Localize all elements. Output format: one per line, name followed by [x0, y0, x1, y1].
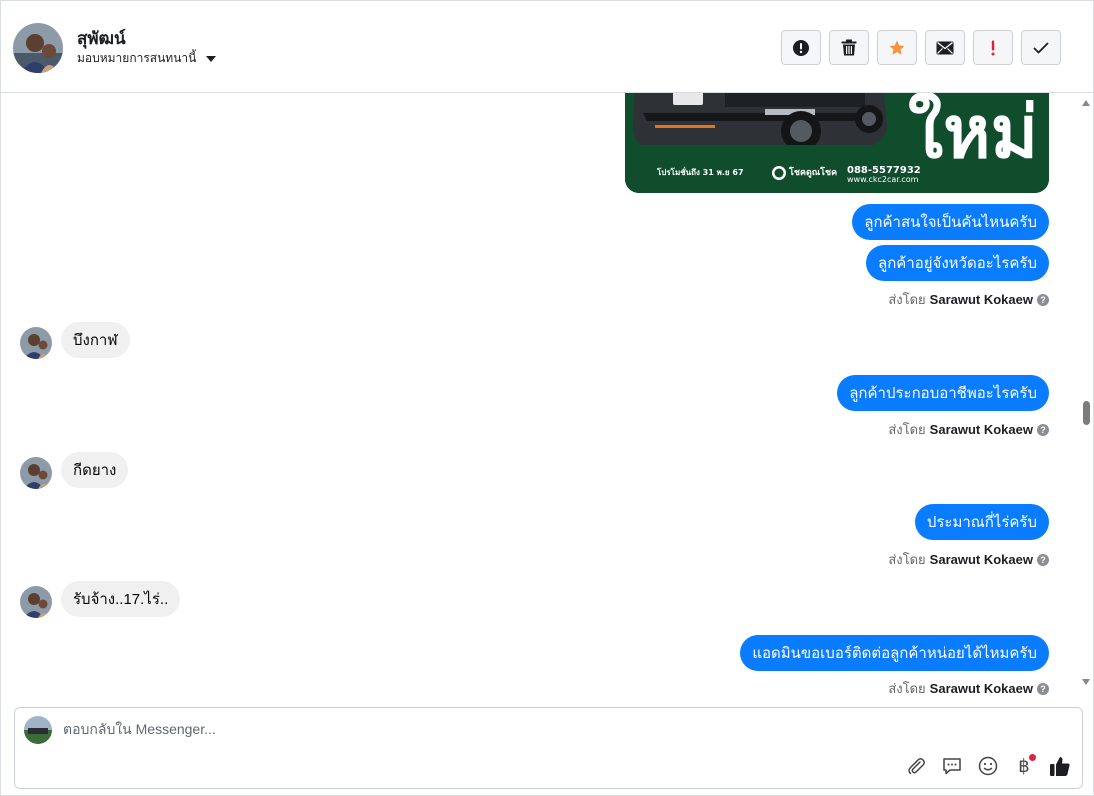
alert-circle-icon	[793, 39, 809, 56]
thumbs-up-icon	[1050, 757, 1070, 776]
mark-spam-button[interactable]	[781, 30, 821, 65]
sent-by-prefix: ส่งโดย	[888, 552, 926, 567]
outgoing-message[interactable]: ลูกค้าอยู่จังหวัดอะไรครับ	[866, 245, 1049, 281]
incoming-message[interactable]: รับจ้าง..17.ไร่..	[61, 581, 181, 617]
conversation-window: สุพัฒน์ มอบหมายการสนทนานี้ ใหม่ โปรโมชั่…	[0, 0, 1094, 796]
outgoing-message[interactable]: ลูกค้าสนใจเป็นคันไหนครับ	[852, 204, 1049, 240]
sent-by-prefix: ส่งโดย	[888, 422, 926, 437]
contact-avatar-small[interactable]	[20, 327, 52, 359]
delete-button[interactable]	[829, 30, 869, 65]
page-avatar	[24, 716, 52, 744]
contact-avatar-small[interactable]	[20, 586, 52, 618]
contact-name: สุพัฒน์	[77, 29, 126, 48]
notification-dot	[1029, 754, 1036, 761]
promo-headline: ใหม่	[908, 93, 1038, 174]
sent-by-label: ส่งโดย Sarawut Kokaew ?	[888, 549, 1049, 570]
incoming-message[interactable]: บึงกาฬ	[61, 322, 130, 358]
paperclip-icon	[908, 758, 925, 775]
reply-input[interactable]	[63, 721, 863, 737]
emoji-button[interactable]	[976, 754, 1000, 778]
sent-by-prefix: ส่งโดย	[888, 292, 926, 307]
exclamation-icon	[991, 40, 995, 55]
sender-name: Sarawut Kokaew	[929, 681, 1033, 696]
reply-composer: ฿	[14, 707, 1083, 789]
saved-reply-icon	[943, 758, 961, 775]
scrollbar-thumb[interactable]	[1083, 401, 1090, 425]
promo-image-attachment[interactable]: ใหม่ โปรโมชั่นถึง 31 พ.ย 67 โชคดูณโชค 08…	[625, 93, 1049, 193]
scroll-up-arrow-icon[interactable]	[1082, 100, 1090, 106]
payment-button[interactable]: ฿	[1012, 754, 1036, 778]
assign-conversation-dropdown[interactable]: มอบหมายการสนทนานี้	[77, 49, 217, 68]
promo-brand: โชคดูณโชค	[788, 166, 837, 178]
scroll-down-arrow-icon[interactable]	[1082, 679, 1090, 685]
attach-button[interactable]	[904, 754, 928, 778]
star-button[interactable]	[877, 30, 917, 65]
thread-scrollbar[interactable]	[1079, 93, 1093, 697]
message-thread[interactable]: ใหม่ โปรโมชั่นถึง 31 พ.ย 67 โชคดูณโชค 08…	[1, 93, 1079, 697]
promo-text: โปรโมชั่นถึง 31 พ.ย 67	[656, 166, 744, 177]
question-mark-icon[interactable]: ?	[1037, 682, 1049, 695]
mark-unread-button[interactable]	[925, 30, 965, 65]
sender-name: Sarawut Kokaew	[929, 292, 1033, 307]
emoji-icon	[978, 756, 998, 776]
baht-icon: ฿	[1018, 755, 1030, 776]
mark-done-button[interactable]	[1021, 30, 1061, 65]
outgoing-message[interactable]: ประมาณกี่ไร่ครับ	[914, 504, 1049, 540]
sent-by-prefix: ส่งโดย	[888, 681, 926, 696]
contact-avatar-small[interactable]	[20, 457, 52, 489]
promo-website: www.ckc2car.com	[847, 175, 919, 184]
flag-important-button[interactable]	[973, 30, 1013, 65]
trash-icon	[841, 39, 857, 56]
incoming-message[interactable]: กีดยาง	[61, 452, 129, 488]
outgoing-message[interactable]: แอดมินขอเบอร์ติดต่อลูกค้าหน่อยได้ไหมครับ	[740, 635, 1049, 671]
question-mark-icon[interactable]: ?	[1037, 293, 1049, 306]
caret-down-icon	[206, 55, 217, 62]
sent-by-label: ส่งโดย Sarawut Kokaew ?	[888, 678, 1049, 697]
composer-toolbar: ฿	[904, 754, 1072, 778]
like-button[interactable]	[1048, 754, 1072, 778]
star-icon	[889, 40, 905, 55]
check-icon	[1033, 41, 1049, 54]
sent-by-label: ส่งโดย Sarawut Kokaew ?	[888, 289, 1049, 310]
question-mark-icon[interactable]: ?	[1037, 423, 1049, 436]
conversation-actions	[781, 30, 1061, 65]
conversation-header: สุพัฒน์ มอบหมายการสนทนานี้	[1, 1, 1093, 93]
sender-name: Sarawut Kokaew	[929, 422, 1033, 437]
envelope-icon	[936, 41, 954, 54]
sender-name: Sarawut Kokaew	[929, 552, 1033, 567]
question-mark-icon[interactable]: ?	[1037, 553, 1049, 566]
contact-avatar[interactable]	[13, 23, 63, 73]
outgoing-message[interactable]: ลูกค้าประกอบอาชีพอะไรครับ	[837, 375, 1049, 411]
assign-label: มอบหมายการสนทนานี้	[77, 51, 197, 65]
sent-by-label: ส่งโดย Sarawut Kokaew ?	[888, 419, 1049, 440]
saved-reply-button[interactable]	[940, 754, 964, 778]
